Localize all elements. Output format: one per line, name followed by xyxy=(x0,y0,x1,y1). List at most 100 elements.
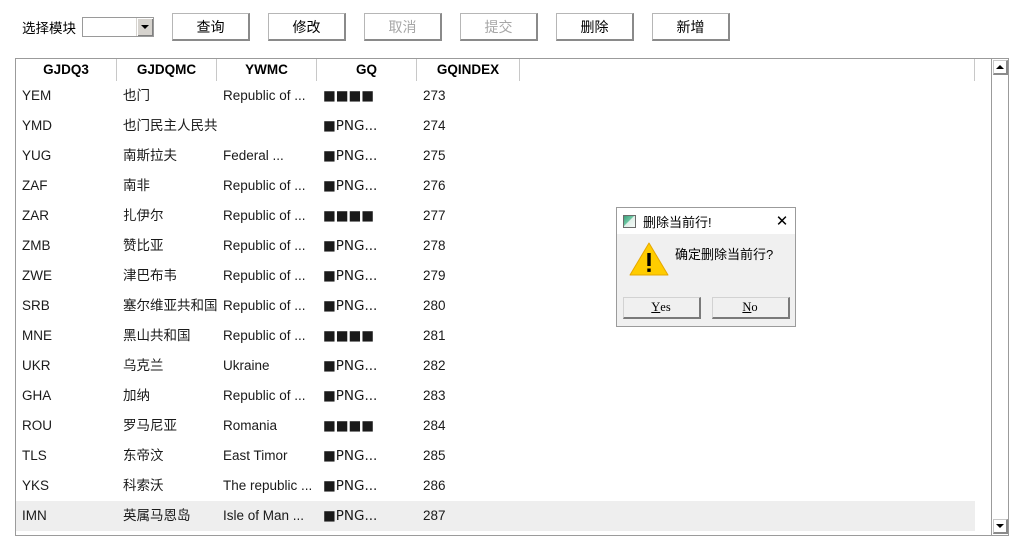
cell-ywmc[interactable]: Republic of ... xyxy=(217,201,317,231)
column-header-gjdq3[interactable]: GJDQ3 xyxy=(16,59,117,81)
table-row[interactable]: ROU 罗马尼亚 Romania ■■■■ 284 xyxy=(16,411,975,441)
cell-gqindex[interactable]: 282 xyxy=(417,351,520,381)
table-row[interactable]: ZMB 赞比亚 Republic of ... ■PNG... 278 xyxy=(16,231,975,261)
table-row[interactable]: IMN 英属马恩岛 Isle of Man ... ■PNG... 287 xyxy=(16,501,975,531)
cell-gjdqmc[interactable]: 罗马尼亚 xyxy=(117,411,217,441)
cell-gq[interactable]: ■PNG... xyxy=(317,471,417,501)
scroll-down-button[interactable] xyxy=(993,519,1008,534)
cell-gjdqmc[interactable]: 扎伊尔 xyxy=(117,201,217,231)
cell-gq[interactable]: ■PNG... xyxy=(317,111,417,141)
cell-gjdq3[interactable]: ZMB xyxy=(16,231,117,261)
cell-gqindex[interactable]: 281 xyxy=(417,321,520,351)
cell-gq[interactable]: ■■■■ xyxy=(317,411,417,441)
cell-gq[interactable]: ■■■■ xyxy=(317,321,417,351)
cell-gqindex[interactable]: 280 xyxy=(417,291,520,321)
table-row[interactable]: ZAR 扎伊尔 Republic of ... ■■■■ 277 xyxy=(16,201,975,231)
cell-ywmc[interactable] xyxy=(217,111,317,141)
column-header-gqindex[interactable]: GQINDEX xyxy=(417,59,520,81)
cell-gq[interactable]: ■■■■ xyxy=(317,201,417,231)
cell-gq[interactable]: ■PNG... xyxy=(317,231,417,261)
cell-ywmc[interactable]: Republic of ... xyxy=(217,321,317,351)
cell-gqindex[interactable]: 285 xyxy=(417,441,520,471)
cell-gjdq3[interactable]: ZAF xyxy=(16,171,117,201)
dialog-no-button[interactable]: No xyxy=(711,297,790,319)
add-button[interactable]: 新增 xyxy=(652,13,730,41)
cell-gq[interactable]: ■PNG... xyxy=(317,441,417,471)
dialog-yes-button[interactable]: Yes xyxy=(622,297,701,319)
cell-gqindex[interactable]: 287 xyxy=(417,501,520,531)
cell-gqindex[interactable]: 274 xyxy=(417,111,520,141)
table-row[interactable]: YKS 科索沃 The republic ... ■PNG... 286 xyxy=(16,471,975,501)
cell-gq[interactable]: ■PNG... xyxy=(317,141,417,171)
cell-gqindex[interactable]: 277 xyxy=(417,201,520,231)
cell-ywmc[interactable]: Republic of ... xyxy=(217,261,317,291)
scroll-up-button[interactable] xyxy=(993,60,1008,75)
cell-ywmc[interactable]: Republic of ... xyxy=(217,381,317,411)
cell-ywmc[interactable]: Republic of ... xyxy=(217,231,317,261)
cell-ywmc[interactable]: The republic ... xyxy=(217,471,317,501)
query-button[interactable]: 查询 xyxy=(172,13,250,41)
table-row[interactable]: YUG 南斯拉夫 Federal ... ■PNG... 275 xyxy=(16,141,975,171)
cell-gqindex[interactable]: 276 xyxy=(417,171,520,201)
table-row[interactable]: ZAF 南非 Republic of ... ■PNG... 276 xyxy=(16,171,975,201)
cell-ywmc[interactable]: Republic of ... xyxy=(217,291,317,321)
cell-gq[interactable]: ■PNG... xyxy=(317,351,417,381)
cell-gjdq3[interactable]: ZWE xyxy=(16,261,117,291)
cell-gjdqmc[interactable]: 南斯拉夫 xyxy=(117,141,217,171)
cell-gq[interactable]: ■PNG... xyxy=(317,261,417,291)
module-select[interactable] xyxy=(82,17,154,37)
cell-gjdqmc[interactable]: 也门民主人民共... xyxy=(117,111,217,141)
column-header-gjdqmc[interactable]: GJDQMC xyxy=(117,59,217,81)
table-row[interactable]: YMD也门民主人民共... ■PNG... 274 xyxy=(16,111,975,141)
cell-gq[interactable]: ■PNG... xyxy=(317,381,417,411)
column-header-gq[interactable]: GQ xyxy=(317,59,417,81)
cell-gjdq3[interactable]: YUG xyxy=(16,141,117,171)
cell-gqindex[interactable]: 279 xyxy=(417,261,520,291)
cell-gjdq3[interactable]: ZAR xyxy=(16,201,117,231)
cell-gjdqmc[interactable]: 赞比亚 xyxy=(117,231,217,261)
cell-gjdq3[interactable]: IMN xyxy=(16,501,117,531)
cell-gq[interactable]: ■■■■ xyxy=(317,81,417,111)
module-select-dropdown-button[interactable] xyxy=(136,18,153,36)
cell-gjdq3[interactable]: MNE xyxy=(16,321,117,351)
cell-gqindex[interactable]: 278 xyxy=(417,231,520,261)
table-row[interactable]: TLS 东帝汶 East Timor ■PNG... 285 xyxy=(16,441,975,471)
table-row[interactable]: SRB 塞尔维亚共和国 Republic of ... ■PNG... 280 xyxy=(16,291,975,321)
cell-gq[interactable]: ■PNG... xyxy=(317,501,417,531)
cell-gqindex[interactable]: 286 xyxy=(417,471,520,501)
cell-gjdqmc[interactable]: 南非 xyxy=(117,171,217,201)
cell-gjdqmc[interactable]: 东帝汶 xyxy=(117,441,217,471)
cell-gjdq3[interactable]: ROU xyxy=(16,411,117,441)
cell-gjdq3[interactable]: YMD xyxy=(16,111,117,141)
cell-gjdq3[interactable]: UKR xyxy=(16,351,117,381)
cell-gqindex[interactable]: 283 xyxy=(417,381,520,411)
cell-gjdqmc[interactable]: 黑山共和国 xyxy=(117,321,217,351)
vertical-scrollbar[interactable] xyxy=(991,59,1008,535)
delete-button[interactable]: 删除 xyxy=(556,13,634,41)
cell-ywmc[interactable]: Republic of ... xyxy=(217,171,317,201)
cell-gq[interactable]: ■PNG... xyxy=(317,291,417,321)
cell-gjdqmc[interactable]: 乌克兰 xyxy=(117,351,217,381)
cell-ywmc[interactable]: Isle of Man ... xyxy=(217,501,317,531)
cell-gqindex[interactable]: 273 xyxy=(417,81,520,111)
cell-ywmc[interactable]: Republic of ... xyxy=(217,81,317,111)
cell-gjdqmc[interactable]: 津巴布韦 xyxy=(117,261,217,291)
table-row[interactable]: YEM 也门 Republic of ... ■■■■ 273 xyxy=(16,81,975,111)
table-row[interactable]: GHA 加纳 Republic of ... ■PNG... 283 xyxy=(16,381,975,411)
cell-gjdq3[interactable]: YEM xyxy=(16,81,117,111)
cell-gjdqmc[interactable]: 加纳 xyxy=(117,381,217,411)
cell-gjdqmc[interactable]: 英属马恩岛 xyxy=(117,501,217,531)
cell-ywmc[interactable]: Romania xyxy=(217,411,317,441)
table-row[interactable]: MNE 黑山共和国 Republic of ... ■■■■ 281 xyxy=(16,321,975,351)
cell-gjdq3[interactable]: TLS xyxy=(16,441,117,471)
modify-button[interactable]: 修改 xyxy=(268,13,346,41)
cell-gq[interactable]: ■PNG... xyxy=(317,171,417,201)
cell-gjdqmc[interactable]: 塞尔维亚共和国 xyxy=(117,291,217,321)
cell-gjdqmc[interactable]: 科索沃 xyxy=(117,471,217,501)
cell-ywmc[interactable]: Ukraine xyxy=(217,351,317,381)
cell-gjdq3[interactable]: GHA xyxy=(16,381,117,411)
cell-gqindex[interactable]: 275 xyxy=(417,141,520,171)
cell-gjdq3[interactable]: SRB xyxy=(16,291,117,321)
cell-ywmc[interactable]: East Timor xyxy=(217,441,317,471)
cell-gjdqmc[interactable]: 也门 xyxy=(117,81,217,111)
